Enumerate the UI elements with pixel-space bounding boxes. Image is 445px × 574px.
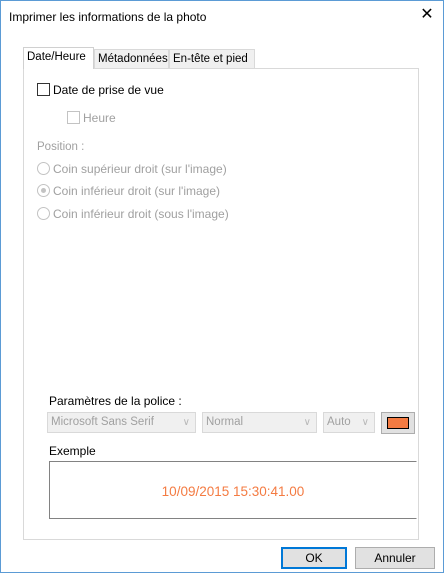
example-label: Exemple — [49, 444, 96, 458]
radio-bottom-right-below-image[interactable]: Coin inférieur droit (sous l'image) — [37, 207, 229, 221]
dialog-title: Imprimer les informations de la photo — [9, 10, 207, 24]
chevron-down-icon: ∨ — [361, 417, 369, 428]
font-family-value: Microsoft Sans Serif — [51, 416, 154, 428]
time-checkbox-label: Heure — [83, 111, 116, 125]
font-size-select[interactable]: Auto ∨ — [323, 412, 375, 433]
close-icon[interactable]: ✕ — [413, 3, 441, 27]
font-settings-label: Paramètres de la police : — [49, 394, 182, 408]
font-family-select[interactable]: Microsoft Sans Serif ∨ — [47, 412, 196, 433]
tab-date-heure[interactable]: Date/Heure — [23, 47, 94, 69]
radio-label: Coin inférieur droit (sur l'image) — [53, 184, 221, 198]
chevron-down-icon: ∨ — [182, 417, 190, 428]
font-size-value: Auto — [327, 416, 351, 428]
font-color-button[interactable] — [381, 412, 415, 434]
tab-en-tete-et-pied[interactable]: En-tête et pied — [169, 49, 255, 69]
radio-bottom-right-on-image[interactable]: Coin inférieur droit (sur l'image) — [37, 184, 220, 198]
radio-button[interactable] — [37, 184, 50, 197]
chevron-down-icon: ∨ — [303, 417, 311, 428]
ok-button[interactable]: OK — [281, 547, 347, 569]
date-checkbox-row[interactable]: Date de prise de vue — [37, 83, 164, 97]
title-bar: Imprimer les informations de la photo ✕ — [1, 1, 443, 31]
font-style-select[interactable]: Normal ∨ — [202, 412, 317, 433]
radio-top-right-on-image[interactable]: Coin supérieur droit (sur l'image) — [37, 162, 227, 176]
time-checkbox[interactable] — [67, 111, 80, 124]
radio-label: Coin inférieur droit (sous l'image) — [53, 207, 229, 221]
radio-button[interactable] — [37, 162, 50, 175]
tab-metadonnees[interactable]: Métadonnées — [94, 49, 169, 69]
radio-label: Coin supérieur droit (sur l'image) — [53, 162, 227, 176]
date-checkbox[interactable] — [37, 83, 50, 96]
example-preview-text: 10/09/2015 15:30:41.00 — [161, 484, 305, 499]
font-style-value: Normal — [206, 416, 244, 428]
time-checkbox-row[interactable]: Heure — [67, 111, 116, 125]
date-checkbox-label: Date de prise de vue — [53, 83, 164, 97]
print-photo-info-dialog: Imprimer les informations de la photo ✕ … — [0, 0, 444, 573]
example-preview-box: 10/09/2015 15:30:41.00 — [49, 461, 417, 519]
cancel-button[interactable]: Annuler — [355, 547, 435, 569]
color-swatch — [387, 417, 409, 429]
radio-button[interactable] — [37, 207, 50, 220]
position-label: Position : — [37, 141, 85, 153]
